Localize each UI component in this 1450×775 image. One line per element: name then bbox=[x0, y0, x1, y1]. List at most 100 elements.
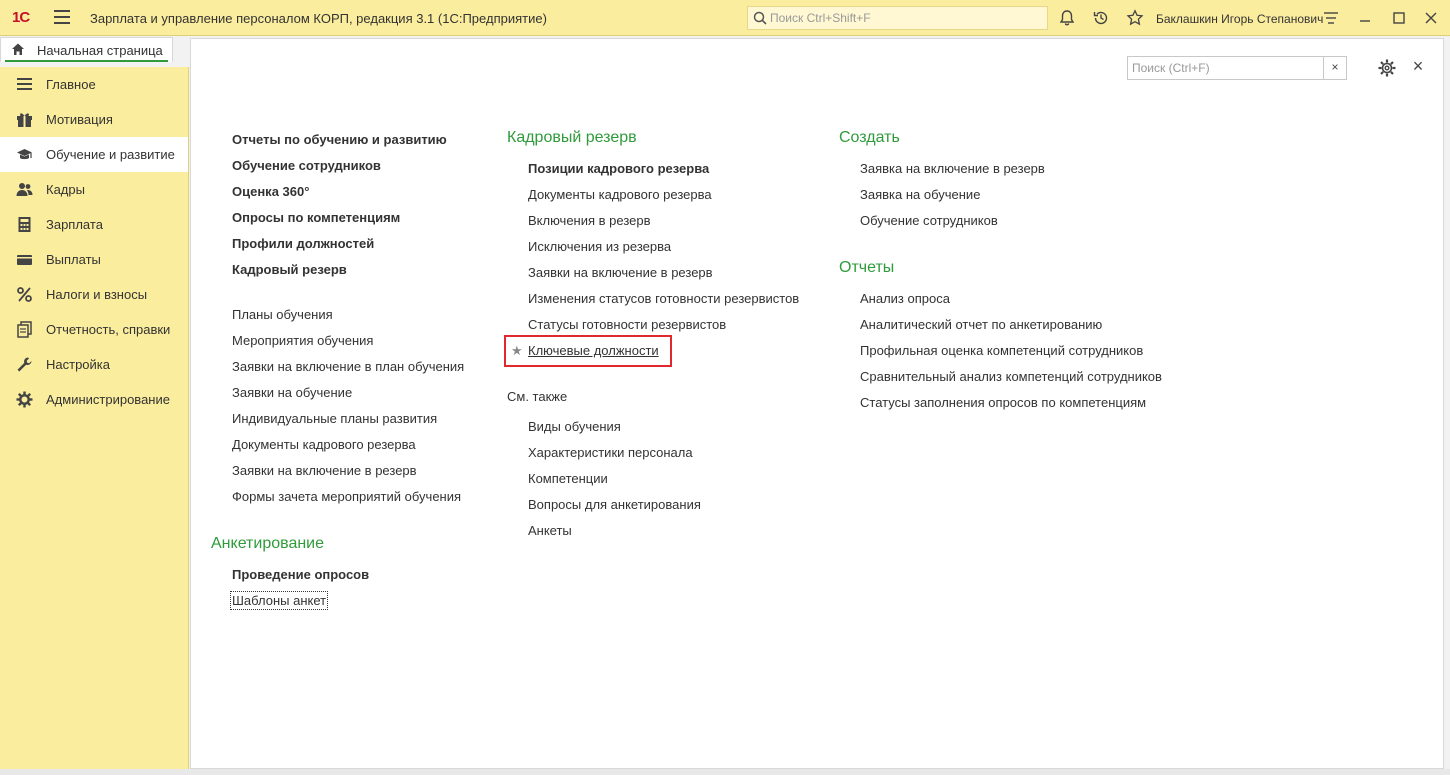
link-questionnaires[interactable]: Анкеты bbox=[528, 523, 572, 538]
sidebar-item-hr[interactable]: Кадры bbox=[0, 172, 188, 207]
link-development-plans[interactable]: Индивидуальные планы развития bbox=[232, 411, 437, 426]
link-plan-inclusion-requests[interactable]: Заявки на включение в план обучения bbox=[232, 359, 464, 374]
sidebar-item-training[interactable]: Обучение и развитие bbox=[0, 137, 188, 172]
sidebar-item-label: Мотивация bbox=[46, 112, 113, 127]
sidebar-item-administration[interactable]: Администрирование bbox=[0, 382, 188, 417]
title-bar: 1С Зарплата и управление персоналом КОРП… bbox=[0, 0, 1450, 36]
reports-icon bbox=[17, 321, 32, 338]
sidebar-item-label: Администрирование bbox=[46, 392, 170, 407]
main-menu-icon[interactable] bbox=[54, 10, 70, 24]
gift-icon bbox=[17, 113, 32, 127]
wrench-icon bbox=[17, 357, 32, 372]
link-survey-fill-statuses[interactable]: Статусы заполнения опросов по компетенци… bbox=[860, 395, 1146, 410]
clear-search-button[interactable]: × bbox=[1323, 57, 1346, 79]
see-also-label: См. также bbox=[507, 389, 568, 404]
sidebar-item-reports[interactable]: Отчетность, справки bbox=[0, 312, 188, 347]
tab-active-indicator bbox=[5, 60, 168, 62]
sidebar-item-label: Отчетность, справки bbox=[46, 322, 171, 337]
link-pool-documents[interactable]: Документы кадрового резерва bbox=[528, 187, 712, 202]
gear-icon bbox=[16, 391, 33, 408]
link-pool-inclusions[interactable]: Включения в резерв bbox=[528, 213, 651, 228]
sidebar-item-salary[interactable]: Зарплата bbox=[0, 207, 188, 242]
link-pool-exclusions[interactable]: Исключения из резерва bbox=[528, 239, 671, 254]
link-training-credit-forms[interactable]: Формы зачета мероприятий обучения bbox=[232, 489, 461, 504]
link-conduct-surveys[interactable]: Проведение опросов bbox=[232, 567, 369, 582]
sidebar-item-label: Выплаты bbox=[46, 252, 101, 267]
link-create-pool-request[interactable]: Заявка на включение в резерв bbox=[860, 161, 1045, 176]
heading-surveys: Анкетирование bbox=[211, 535, 325, 552]
link-pool-inclusion-requests[interactable]: Заявки на включение в резерв bbox=[232, 463, 417, 478]
link-competencies[interactable]: Компетенции bbox=[528, 471, 608, 486]
maximize-icon[interactable] bbox=[1390, 9, 1408, 27]
link-training-reports[interactable]: Отчеты по обучению и развитию bbox=[232, 132, 447, 147]
minimize-icon[interactable] bbox=[1356, 9, 1374, 27]
link-pool-requests[interactable]: Заявки на включение в резерв bbox=[528, 265, 713, 280]
bell-icon[interactable] bbox=[1058, 9, 1076, 27]
sidebar-item-taxes[interactable]: Налоги и взносы bbox=[0, 277, 188, 312]
global-search[interactable] bbox=[747, 6, 1048, 30]
link-training-plans[interactable]: Планы обучения bbox=[232, 307, 333, 322]
link-survey-analysis[interactable]: Анализ опроса bbox=[860, 291, 950, 306]
link-position-profiles[interactable]: Профили должностей bbox=[232, 236, 374, 251]
link-competency-surveys[interactable]: Опросы по компетенциям bbox=[232, 210, 400, 225]
sidebar-item-motivation[interactable]: Мотивация bbox=[0, 102, 188, 137]
heading-create: Создать bbox=[839, 129, 900, 146]
link-key-positions[interactable]: Ключевые должности bbox=[528, 343, 659, 358]
link-talent-pool-documents[interactable]: Документы кадрового резерва bbox=[232, 437, 416, 452]
app-title: Зарплата и управление персоналом КОРП, р… bbox=[90, 11, 547, 26]
link-create-employee-training[interactable]: Обучение сотрудников bbox=[860, 213, 998, 228]
link-training-types[interactable]: Виды обучения bbox=[528, 419, 621, 434]
global-search-input[interactable] bbox=[770, 9, 1040, 27]
calculator-icon bbox=[18, 217, 31, 232]
star-icon[interactable] bbox=[1126, 9, 1144, 27]
form-search[interactable]: × bbox=[1127, 56, 1347, 80]
sidebar-item-label: Главное bbox=[46, 77, 96, 92]
sidebar-item-label: Кадры bbox=[46, 182, 85, 197]
search-icon bbox=[753, 11, 767, 25]
form-close-button[interactable]: × bbox=[1409, 57, 1427, 76]
favorite-star-icon[interactable]: ★ bbox=[511, 343, 523, 359]
link-talent-pool-positions[interactable]: Позиции кадрового резерва bbox=[528, 161, 709, 176]
people-icon bbox=[16, 183, 33, 196]
link-training-events[interactable]: Мероприятия обучения bbox=[232, 333, 373, 348]
sidebar: Главное Мотивация Обучение и развитие Ка… bbox=[0, 67, 189, 775]
status-strip bbox=[0, 769, 1450, 775]
sidebar-item-label: Настройка bbox=[46, 357, 110, 372]
main-panel: × × Отчеты по обучению и развитию Обучен… bbox=[190, 38, 1444, 769]
tab-home-label: Начальная страница bbox=[37, 43, 163, 58]
1c-logo: 1С bbox=[12, 9, 30, 26]
user-name[interactable]: Баклашкин Игорь Степанович bbox=[1156, 12, 1323, 26]
sidebar-item-main[interactable]: Главное bbox=[0, 67, 188, 102]
form-search-input[interactable] bbox=[1132, 59, 1322, 77]
wallet-icon bbox=[17, 255, 32, 265]
menu-lines-icon bbox=[17, 78, 32, 90]
link-survey-templates[interactable]: Шаблоны анкет bbox=[229, 591, 329, 610]
sidebar-item-label: Налоги и взносы bbox=[46, 287, 148, 302]
link-survey-analytics-report[interactable]: Аналитический отчет по анкетированию bbox=[860, 317, 1102, 332]
sidebar-item-label: Зарплата bbox=[46, 217, 103, 232]
graduation-cap-icon bbox=[17, 149, 32, 160]
link-profile-competency-assessment[interactable]: Профильная оценка компетенций сотруднико… bbox=[860, 343, 1143, 358]
heading-talent-pool: Кадровый резерв bbox=[507, 129, 637, 146]
tab-home[interactable]: Начальная страница bbox=[0, 37, 173, 62]
settings-menu-icon[interactable] bbox=[1322, 9, 1340, 27]
sidebar-item-label: Обучение и развитие bbox=[46, 147, 175, 162]
link-create-training-request[interactable]: Заявка на обучение bbox=[860, 187, 980, 202]
link-training-requests[interactable]: Заявки на обучение bbox=[232, 385, 352, 400]
home-icon bbox=[12, 43, 24, 55]
window-close-icon[interactable] bbox=[1422, 9, 1440, 27]
link-readiness-statuses[interactable]: Статусы готовности резервистов bbox=[528, 317, 726, 332]
history-icon[interactable] bbox=[1092, 9, 1110, 27]
link-talent-pool[interactable]: Кадровый резерв bbox=[232, 262, 347, 277]
sidebar-item-payments[interactable]: Выплаты bbox=[0, 242, 188, 277]
heading-reports: Отчеты bbox=[839, 259, 895, 276]
sidebar-item-settings[interactable]: Настройка bbox=[0, 347, 188, 382]
link-personnel-characteristics[interactable]: Характеристики персонала bbox=[528, 445, 693, 460]
form-settings-icon[interactable] bbox=[1377, 58, 1397, 78]
link-comparative-competency-analysis[interactable]: Сравнительный анализ компетенций сотрудн… bbox=[860, 369, 1162, 384]
percent-icon bbox=[17, 287, 32, 302]
link-employee-training[interactable]: Обучение сотрудников bbox=[232, 158, 381, 173]
link-readiness-status-changes[interactable]: Изменения статусов готовности резервисто… bbox=[528, 291, 799, 306]
link-survey-questions[interactable]: Вопросы для анкетирования bbox=[528, 497, 701, 512]
link-assessment-360[interactable]: Оценка 360° bbox=[232, 184, 309, 199]
